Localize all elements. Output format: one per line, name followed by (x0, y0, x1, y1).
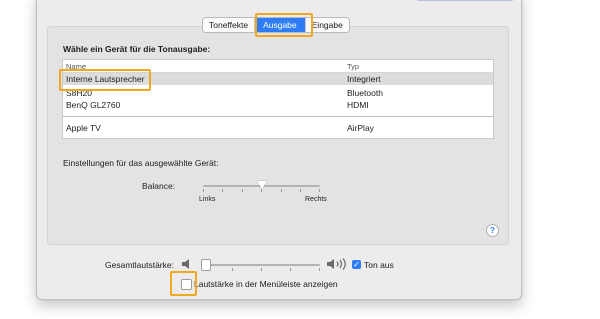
tab-toneffekte[interactable]: Toneffekte (203, 18, 256, 32)
highlight-selected-device (59, 69, 151, 91)
balance-slider-thumb[interactable] (256, 181, 267, 189)
highlight-menubar-checkbox (170, 271, 197, 296)
device-type: Integriert (347, 74, 381, 84)
balance-tick (261, 189, 262, 192)
search-field[interactable] (415, 0, 515, 1)
device-name: BenQ GL2760 (66, 100, 121, 110)
balance-tick (203, 189, 204, 192)
group-separator (63, 116, 493, 117)
show-in-menubar-label[interactable]: Lautstärke in der Menüleiste anzeigen (194, 279, 338, 289)
column-header-type[interactable]: Typ (347, 62, 359, 71)
volume-tick (261, 268, 262, 271)
highlight-tab-ausgabe (255, 13, 313, 37)
device-type: AirPlay (347, 123, 374, 133)
device-type: HDMI (347, 100, 369, 110)
volume-tick (232, 268, 233, 271)
help-button[interactable]: ? (486, 224, 499, 237)
table-row[interactable]: Apple TV AirPlay (63, 122, 493, 134)
balance-tick (242, 189, 243, 192)
table-row[interactable]: BenQ GL2760 HDMI (63, 99, 493, 111)
speaker-low-icon (182, 259, 189, 269)
balance-tick (319, 189, 320, 192)
balance-tick (222, 189, 223, 192)
settings-heading: Einstellungen für das ausgewählte Gerät: (63, 158, 219, 168)
balance-tick (300, 189, 301, 192)
balance-left-label: Links (199, 196, 216, 203)
volume-label: Gesamtlautstärke: (105, 260, 174, 270)
volume-tick (319, 268, 320, 271)
mute-label[interactable]: Ton aus (364, 260, 394, 270)
balance-label: Balance: (142, 181, 176, 191)
balance-right-label: Rechts (305, 196, 327, 203)
device-type: Bluetooth (347, 88, 383, 98)
output-heading: Wähle ein Gerät für die Tonausgabe: (63, 44, 211, 54)
device-name: Apple TV (66, 123, 101, 133)
volume-slider-track[interactable] (203, 264, 320, 266)
speaker-high-icon (327, 258, 346, 270)
mute-checkbox[interactable]: ✓ (352, 260, 361, 269)
volume-tick (290, 268, 291, 271)
balance-tick (281, 189, 282, 192)
volume-slider-thumb[interactable] (201, 259, 212, 271)
